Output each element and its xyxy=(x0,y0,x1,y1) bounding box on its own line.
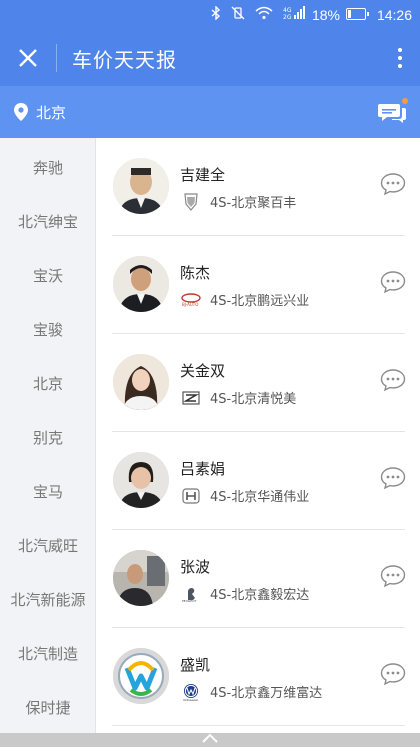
notification-dot xyxy=(402,98,408,104)
svg-text:4G: 4G xyxy=(283,7,292,14)
sidebar-item-brand[interactable]: 保时捷 xyxy=(0,693,96,723)
dealer-name: 4S-北京清悦美 xyxy=(210,392,297,407)
list-item[interactable]: 吕素娟 4S-北京华通伟业 xyxy=(97,432,420,530)
consultant-name: 吉建全 xyxy=(180,166,226,184)
chat-button[interactable] xyxy=(380,270,406,294)
scroll-up-handle[interactable] xyxy=(0,733,420,747)
city-label: 北京 xyxy=(36,103,67,122)
dealer-name: 4S-北京鑫万维富达 xyxy=(210,686,323,701)
zotye-logo-icon xyxy=(180,389,202,407)
appbar-divider xyxy=(56,44,57,72)
battery-percent: 18% xyxy=(311,7,340,23)
status-icons: 4G 2G xyxy=(211,6,305,20)
volkswagen-logo-icon: Volkswagen xyxy=(180,683,202,701)
app-bar: 车价天天报 xyxy=(0,30,420,86)
location-selector[interactable]: 北京 xyxy=(14,100,66,124)
more-dot-icon xyxy=(398,64,402,68)
chat-button[interactable] xyxy=(380,564,406,588)
row-divider xyxy=(112,725,405,726)
sidebar-item-brand[interactable]: 宝沃 xyxy=(0,261,96,291)
dealer-name: 4S-北京鹏远兴业 xyxy=(210,294,310,309)
bluetooth-icon xyxy=(211,6,221,20)
messages-button[interactable] xyxy=(378,98,408,126)
dealer-info: 4S-北京清悦美 xyxy=(180,388,296,407)
dealer-name: 4S-北京聚百丰 xyxy=(210,196,297,211)
avatar xyxy=(113,256,169,312)
sidebar-item-brand[interactable]: 北汽威旺 xyxy=(0,531,96,561)
dealer-info: Volkswagen 4S-北京鑫万维富达 xyxy=(180,682,322,701)
list-item[interactable]: 关金双 4S-北京清悦美 xyxy=(97,334,420,432)
dealer-name: 4S-北京鑫毅宏达 xyxy=(210,588,310,603)
svg-text:2G: 2G xyxy=(283,14,292,20)
avatar xyxy=(113,158,169,214)
sidebar-item-brand[interactable]: 宝骏 xyxy=(0,315,96,345)
brand-sidebar: 奔驰 北汽绅宝 宝沃 宝骏 北京 别克 宝马 北汽威旺 北汽新能源 北汽制造 保… xyxy=(0,138,96,747)
avatar xyxy=(113,648,169,704)
chat-bubble-icon xyxy=(380,467,406,490)
more-options-button[interactable] xyxy=(392,40,408,76)
avatar xyxy=(113,354,169,410)
dealer-info: BJ-AUTO 4S-北京鹏远兴业 xyxy=(180,290,309,309)
chevron-up-icon xyxy=(202,733,218,743)
sidebar-item-brand[interactable]: 奔驰 xyxy=(0,153,96,183)
list-item[interactable]: 张波 PEUGEOT 4S-北京鑫毅宏达 xyxy=(97,530,420,628)
chat-bubble-icon xyxy=(380,271,406,294)
sidebar-item-brand[interactable]: 北汽绅宝 xyxy=(0,207,96,237)
sidebar-item-brand[interactable]: 北汽新能源 xyxy=(0,585,96,615)
consultant-name: 陈杰 xyxy=(180,264,211,282)
honda-logo-icon xyxy=(180,487,202,505)
peugeot-logo-icon: PEUGEOT xyxy=(180,585,202,603)
sidebar-item-brand[interactable]: 北京 xyxy=(0,369,96,399)
chat-bubble-icon xyxy=(380,663,406,686)
consultant-name: 张波 xyxy=(180,558,211,576)
svg-text:PEUGEOT: PEUGEOT xyxy=(182,599,196,602)
dealer-info: 4S-北京聚百丰 xyxy=(180,192,296,211)
cadillac-logo-icon xyxy=(180,192,202,211)
close-icon xyxy=(19,49,37,67)
sales-list: 吉建全 4S-北京聚百丰 陈杰 BJ-AUTO 4S-北京鹏远兴业 关金双 4S… xyxy=(97,138,420,747)
chat-bubble-icon xyxy=(380,369,406,392)
clock-time: 14:26 xyxy=(376,7,412,23)
list-item[interactable]: 盛凯 Volkswagen 4S-北京鑫万维富达 xyxy=(97,628,420,726)
location-pin-icon xyxy=(14,103,28,121)
chat-button[interactable] xyxy=(380,466,406,490)
vibrate-off-icon xyxy=(231,6,245,20)
avatar xyxy=(113,452,169,508)
consultant-name: 盛凯 xyxy=(180,656,211,674)
svg-text:Volkswagen: Volkswagen xyxy=(183,698,199,701)
page-title: 车价天天报 xyxy=(72,48,177,72)
consultant-name: 关金双 xyxy=(180,362,226,380)
consultant-name: 吕素娟 xyxy=(180,460,226,478)
dealer-info: PEUGEOT 4S-北京鑫毅宏达 xyxy=(180,584,309,603)
list-item[interactable]: 吉建全 4S-北京聚百丰 xyxy=(97,138,420,236)
svg-text:BJ-AUTO: BJ-AUTO xyxy=(182,302,198,307)
more-dot-icon xyxy=(398,56,402,60)
dealer-name: 4S-北京华通伟业 xyxy=(210,490,310,505)
battery-icon xyxy=(346,8,369,20)
chat-button[interactable] xyxy=(380,172,406,196)
chat-bubble-icon xyxy=(380,173,406,196)
chat-button[interactable] xyxy=(380,662,406,686)
close-button[interactable] xyxy=(8,38,48,78)
location-bar: 北京 xyxy=(0,86,420,138)
avatar xyxy=(113,550,169,606)
chat-bubble-icon xyxy=(380,565,406,588)
message-bubbles-icon xyxy=(378,104,406,123)
status-bar: 4G 2G 18% 14:26 xyxy=(0,0,420,30)
chat-button[interactable] xyxy=(380,368,406,392)
more-dot-icon xyxy=(398,48,402,52)
list-item[interactable]: 陈杰 BJ-AUTO 4S-北京鹏远兴业 xyxy=(97,236,420,334)
sidebar-item-brand[interactable]: 别克 xyxy=(0,423,96,453)
wifi-icon xyxy=(255,6,273,20)
beiqi-logo-icon: BJ-AUTO xyxy=(180,291,202,309)
signal-4g-icon: 4G2G xyxy=(283,6,305,20)
sidebar-item-brand[interactable]: 宝马 xyxy=(0,477,96,507)
dealer-info: 4S-北京华通伟业 xyxy=(180,486,309,505)
sidebar-item-brand[interactable]: 北汽制造 xyxy=(0,639,96,669)
